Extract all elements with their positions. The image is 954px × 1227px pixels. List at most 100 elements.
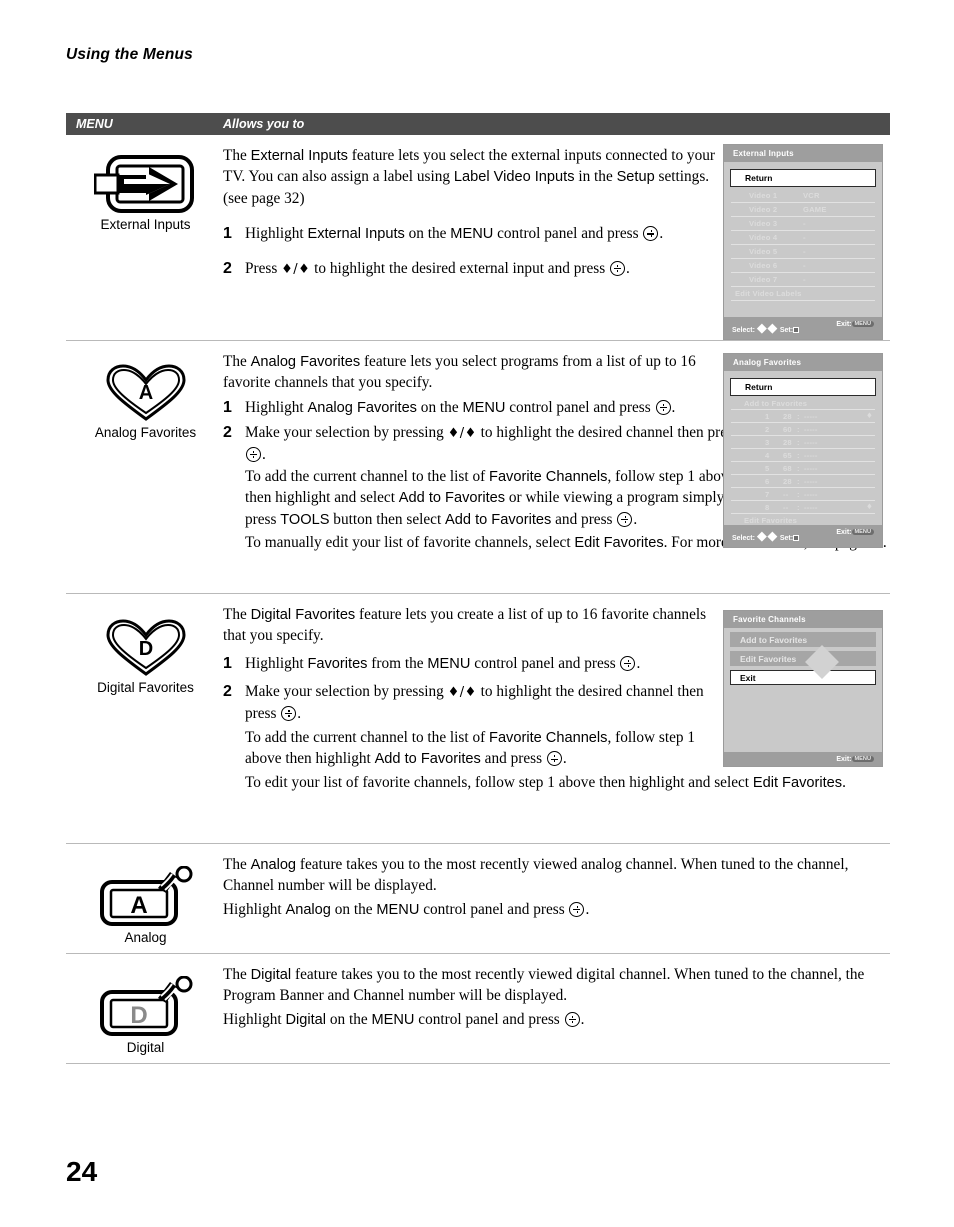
tv-status-right: Exit: MENU [836,755,874,763]
tv-menu-list: Video 1 VCR Video 2 GAME Video 3- Video 4-… [731,189,875,301]
scroll-up-arrow-icon: ♦ [865,411,873,420]
instruction-paragraph: Highlight Analog on the MENU control pan… [223,900,590,918]
tv-menu-item[interactable]: Video 7- [731,273,875,287]
step-number: 2 [223,424,232,442]
tv-channel-row[interactable]: 8 --: ----- ♦ [731,501,875,514]
tv-status-right: Exit: MENU [836,320,874,336]
tv-return-button[interactable]: Return [730,169,876,187]
step-number: 2 [223,259,232,277]
tv-channel-row[interactable]: 7 --: ----- [731,488,875,501]
row-body-cell: The Digital feature takes you to the mos… [223,954,891,1063]
digital-icon: D [99,976,192,1036]
row-icon-cell: A Analog [66,844,223,953]
tv-title: External Inputs [724,145,882,162]
enter-button-icon [609,260,625,276]
tv-title: Analog Favorites [724,354,882,371]
tv-channel-row[interactable]: 6 28: ----- [731,475,875,488]
icon-caption: Digital Favorites [97,680,194,695]
menu-key-icon: MENU [851,755,874,762]
extra-paragraph: To edit your list of favorite channels, … [245,773,846,791]
intro-paragraph: The Digital Favorites feature lets you c… [223,606,707,645]
tv-menu-item[interactable]: Video 5- [731,245,875,259]
icon-caption: Digital [126,1040,165,1055]
svg-text:D: D [130,1002,147,1029]
enter-button-icon [655,399,671,415]
enter-button-icon [546,751,562,767]
column-header-menu: MENU [76,117,113,131]
analog-favorites-icon: A [105,364,186,421]
row-icon-cell: A Analog Favorites [66,341,223,593]
tv-channel-row[interactable]: 3 28: ----- [731,436,875,449]
up-down-arrows-icon: ♦/♦ [447,685,477,701]
enter-button-icon [643,226,659,242]
row-icon-cell: D Digital [66,954,223,1063]
step-number: 1 [223,225,232,243]
tv-menu-item-add-to-favorites[interactable]: Add to Favorites [731,397,875,410]
tv-screenshot-analog-favorites: Analog Favorites Return Add to Favorites… [723,353,883,548]
tv-screenshot-external-inputs: External Inputs Return Video 1 VCR Video … [723,144,883,340]
icon-caption: Analog Favorites [94,425,197,440]
tv-menu-item[interactable]: Edit Video Labels [731,287,875,301]
tv-menu-item-add-to-favorites[interactable]: Add to Favorites [730,632,876,647]
step-text: Highlight Analog Favorites on the MENU c… [245,398,676,416]
running-head: Using the Menus [66,46,194,63]
up-down-arrows-icon: ◆◆ [756,528,778,544]
external-inputs-icon [93,155,194,213]
enter-button-icon [617,511,633,527]
enter-button-icon [620,655,636,671]
column-header-allows: Allows you to [223,117,305,131]
tv-menu-item[interactable]: Video 4- [731,231,875,245]
intro-paragraph: The Digital feature takes you to the mos… [223,966,865,1005]
tv-title: Favorite Channels [724,611,882,628]
extra-paragraph: To add the current channel to the list o… [245,468,736,528]
step-text: Make your selection by pressing ♦/♦ to h… [245,683,704,722]
scroll-down-arrow-icon: ♦ [865,502,873,511]
tv-channel-row[interactable]: 5 68: ----- [731,462,875,475]
tv-return-button[interactable]: Return [730,378,876,396]
table-header-row: MENU Allows you to [66,113,890,135]
intro-paragraph: The Analog Favorites feature lets you se… [223,353,696,392]
row-icon-cell: D Digital Favorites [66,594,223,843]
tv-status-left: Select: ◆◆ Set: [732,528,800,544]
tv-channel-row[interactable]: 1 28: ----- ♦ [731,410,875,423]
intro-paragraph: The External Inputs feature lets you sel… [223,147,715,207]
enter-button-icon [569,901,585,917]
step-text: Make your selection by pressing ♦/♦ to h… [245,424,739,463]
menu-key-icon: MENU [851,320,874,327]
step-number: 2 [223,683,232,701]
tv-menu-item[interactable]: Video 1 VCR [731,189,875,203]
tv-menu-item-exit[interactable]: Exit [730,670,876,685]
analog-icon: A [99,866,192,926]
digital-favorites-icon: D [105,619,186,676]
tv-status-bar: Select: ◆◆ Set: Exit: MENU [724,317,882,339]
tv-screenshot-favorite-channels: Favorite Channels Add to Favorites Edit … [723,610,883,767]
step-text: Highlight External Inputs on the MENU co… [245,225,664,243]
enter-button-icon [246,446,261,462]
intro-paragraph: The Analog feature takes you to the most… [223,856,849,895]
up-down-arrows-icon: ♦/♦ [447,426,477,442]
step-text: Highlight Favorites from the MENU contro… [245,654,641,672]
instruction-paragraph: Highlight Digital on the MENU control pa… [223,1010,585,1028]
set-key-icon [793,326,800,333]
tv-channel-row[interactable]: 2 60: ----- [731,423,875,436]
tv-menu-item[interactable]: Video 3- [731,217,875,231]
step-number: 1 [223,654,232,672]
up-down-arrows-icon: ◆◆ [756,320,778,336]
set-key-icon [793,534,800,541]
tv-menu-item[interactable]: Video 6- [731,259,875,273]
step-number: 1 [223,398,232,416]
svg-text:A: A [138,382,152,404]
enter-button-icon [281,705,297,721]
enter-button-icon [564,1011,580,1027]
tv-menu-list: Add to Favorites 1 28: ----- ♦ 2 60: ----- 32… [731,397,875,527]
tv-status-right: Exit: MENU [836,528,874,544]
tv-menu-item[interactable]: Video 2 GAME [731,203,875,217]
tv-status-bar: Select: ◆◆ Set: Exit: MENU [724,525,882,547]
tv-menu-item-edit-favorites[interactable]: Edit Favorites [730,651,876,666]
tv-status-left: Select: ◆◆ Set: [732,320,800,336]
table-row: A Analog The Analog feature takes you to… [66,844,890,954]
row-body-cell: The Analog feature takes you to the most… [223,844,891,953]
extra-paragraph: To add the current channel to the list o… [245,729,695,768]
step-text: Press ♦/♦ to highlight the desired exter… [245,259,630,277]
tv-channel-row[interactable]: 4 65: ----- [731,449,875,462]
